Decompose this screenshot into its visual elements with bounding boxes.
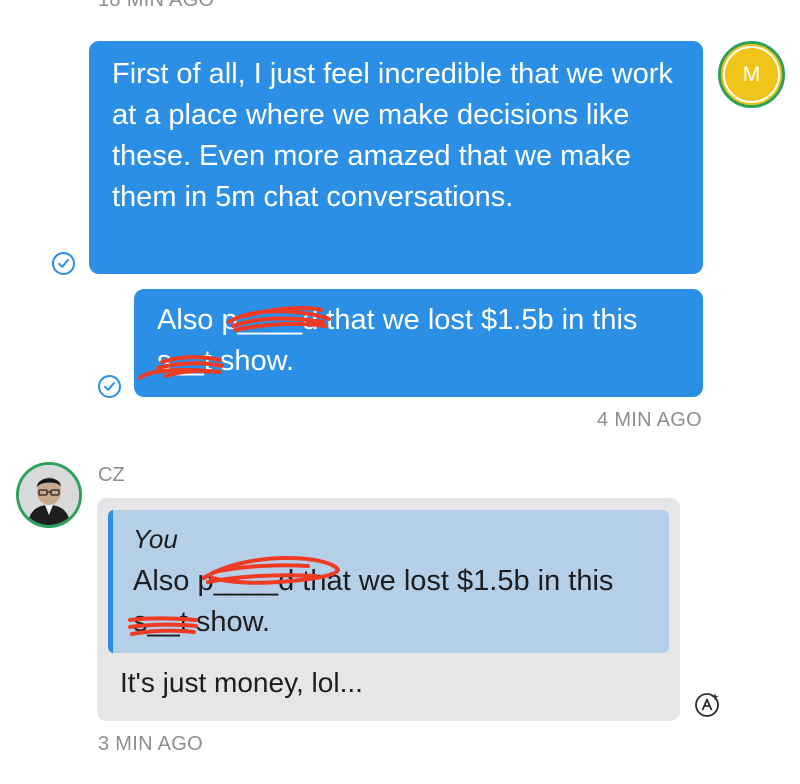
quoted-message[interactable]: You Also p____d that we lost $1.5b in th…: [108, 510, 669, 653]
timestamp-4min: 4 MIN AGO: [597, 409, 702, 431]
quote-bar: [108, 510, 113, 653]
outgoing-message-1-text: First of all, I just feel incredible tha…: [112, 58, 673, 213]
avatar-initial: M: [742, 62, 761, 86]
chat-screen: 18 MIN AGO M First of all, I just feel i…: [0, 0, 800, 784]
timestamp-top: 18 MIN AGO: [98, 0, 215, 11]
read-check-icon: [52, 252, 75, 275]
sender-name: CZ: [98, 464, 125, 486]
quote-author: You: [133, 524, 178, 554]
profile-photo-icon: [19, 465, 79, 525]
outgoing-message-1[interactable]: First of all, I just feel incredible tha…: [89, 41, 703, 274]
outgoing-message-2-text: Also p____d that we lost $1.5b in this s…: [157, 304, 638, 377]
timestamp-3min: 3 MIN AGO: [98, 733, 203, 755]
quote-text: Also p____d that we lost $1.5b in this s…: [133, 565, 614, 638]
avatar-m[interactable]: M: [718, 41, 785, 108]
read-check-icon: [98, 375, 121, 398]
outgoing-message-2[interactable]: Also p____d that we lost $1.5b in this s…: [134, 289, 703, 397]
avatar-cz[interactable]: [16, 462, 82, 528]
reply-text: It's just money, lol...: [120, 667, 363, 698]
add-reaction-icon[interactable]: [694, 690, 722, 718]
